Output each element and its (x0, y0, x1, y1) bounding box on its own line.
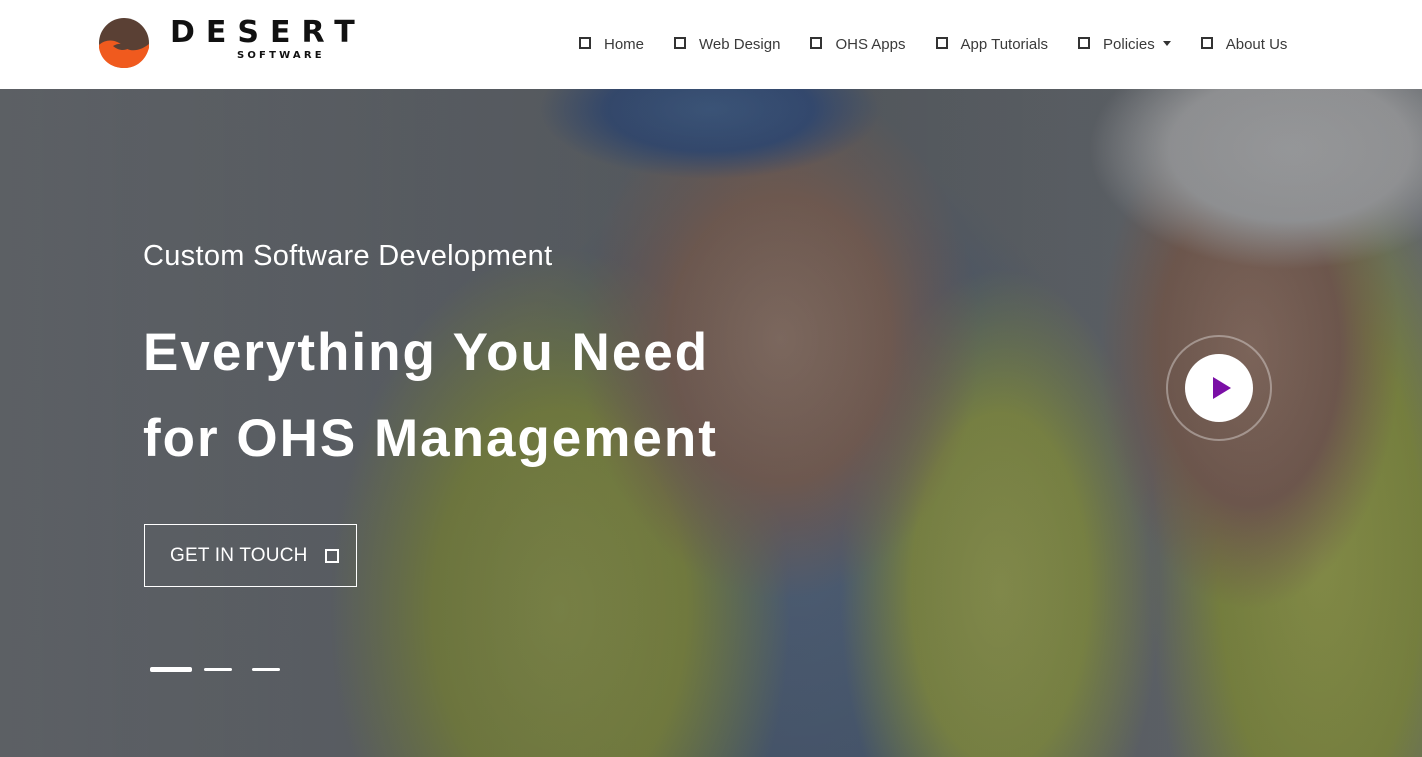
square-icon (810, 37, 823, 49)
play-button-circle (1185, 354, 1253, 422)
hero-headline-line1: Everything You Need (143, 323, 710, 382)
slider-indicators (150, 667, 300, 672)
nav-label: About Us (1225, 35, 1288, 53)
square-icon (324, 548, 339, 563)
site-header: DESERT SOFTWARE Home Web Design OHS Apps… (0, 0, 1422, 89)
slide-indicator-2[interactable] (204, 668, 232, 671)
square-icon (935, 37, 948, 49)
brand-tagline: SOFTWARE (236, 49, 325, 61)
square-icon (1200, 37, 1213, 49)
square-icon (579, 37, 591, 49)
nav-item-ohs-apps[interactable]: OHS Apps (810, 35, 906, 53)
play-icon (1212, 377, 1231, 399)
cta-label: GET IN TOUCH (170, 544, 308, 566)
nav-item-app-tutorials[interactable]: App Tutorials (935, 35, 1049, 53)
hero-headline-line2: for OHS Management (143, 409, 718, 468)
slide-indicator-3[interactable] (252, 668, 280, 671)
nav-item-home[interactable]: Home (579, 36, 644, 53)
nav-item-policies[interactable]: Policies (1078, 36, 1171, 53)
main-nav: Home Web Design OHS Apps App Tutorials P… (579, 33, 1287, 55)
nav-label: OHS Apps (835, 35, 906, 53)
slide-indicator-1[interactable] (150, 667, 192, 672)
nav-label: Home (604, 35, 645, 53)
nav-item-about-us[interactable]: About Us (1200, 35, 1288, 53)
logo-mark-icon (99, 18, 149, 68)
square-icon (1078, 37, 1091, 49)
square-icon (674, 37, 687, 49)
nav-label: App Tutorials (960, 35, 1049, 53)
hero-eyebrow: Custom Software Development (143, 240, 553, 272)
caret-down-icon (1162, 40, 1171, 46)
hero-banner: Custom Software Development Everything Y… (0, 89, 1422, 757)
logo[interactable]: DESERT SOFTWARE (99, 14, 366, 68)
nav-label: Policies (1103, 35, 1155, 53)
nav-label: Web Design (699, 35, 781, 53)
play-video-button[interactable] (1166, 335, 1272, 441)
get-in-touch-button[interactable]: GET IN TOUCH (144, 524, 357, 587)
brand-name: DESERT (170, 14, 366, 50)
hero-headline: Everything You Need for OHS Management (143, 310, 718, 482)
logo-text: DESERT SOFTWARE (170, 14, 366, 61)
nav-item-web-design[interactable]: Web Design (674, 36, 780, 53)
